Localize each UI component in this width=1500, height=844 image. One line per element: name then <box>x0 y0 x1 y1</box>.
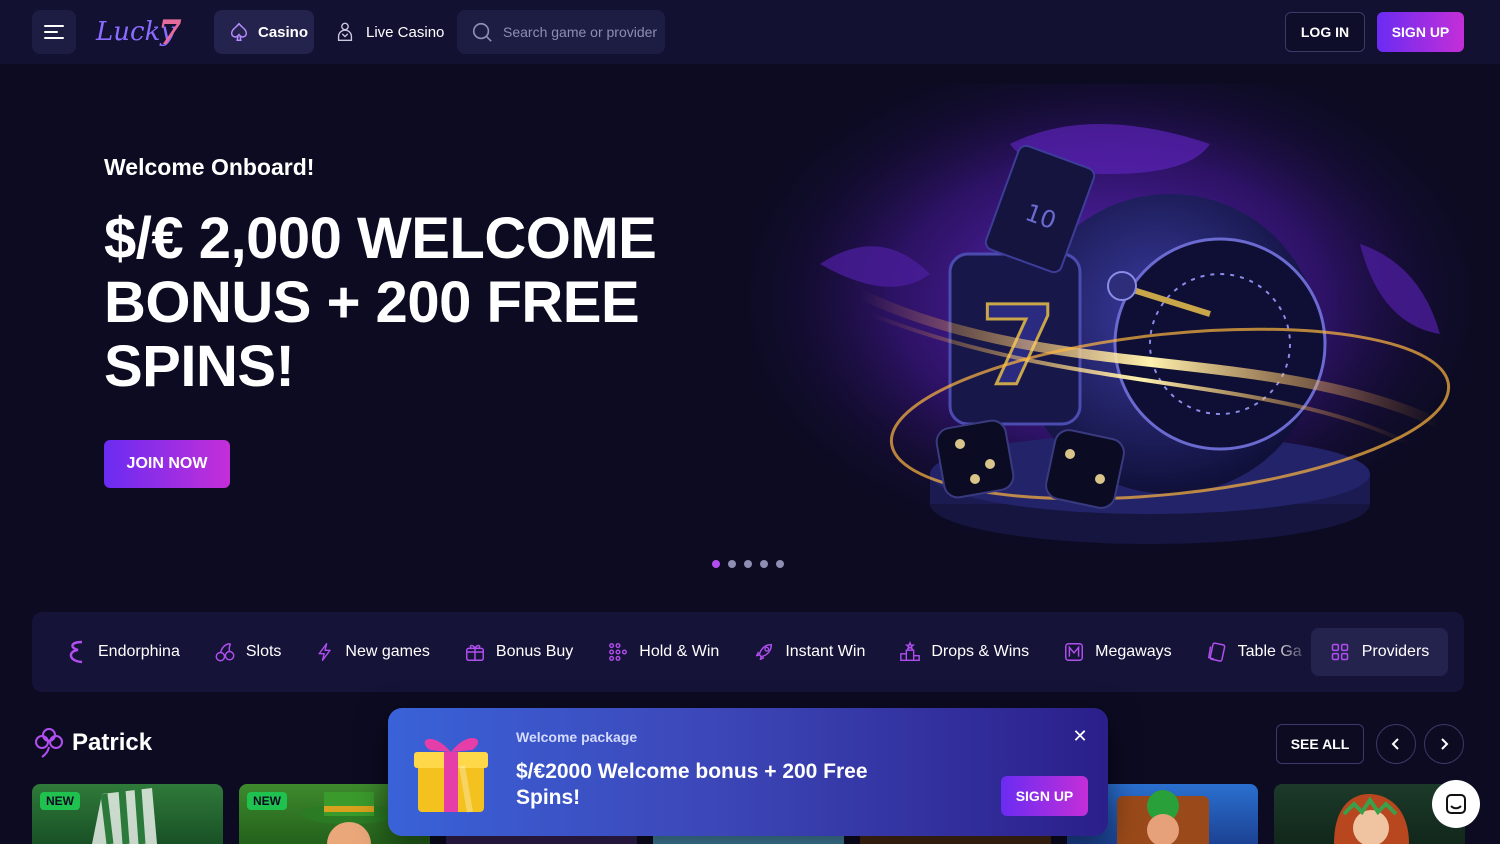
search-icon <box>472 22 492 42</box>
see-all-button[interactable]: SEE ALL <box>1276 724 1364 764</box>
rocket-icon <box>756 643 773 661</box>
category-label: Drops & Wins <box>931 643 1030 660</box>
svg-text:7: 7 <box>158 13 182 52</box>
cards-icon <box>1207 642 1226 662</box>
join-now-button[interactable]: JOIN NOW <box>104 440 230 488</box>
login-button[interactable]: LOG IN <box>1285 12 1365 52</box>
prev-arrow-button[interactable] <box>1376 724 1416 764</box>
carousel-dot[interactable] <box>760 560 768 568</box>
dealer-icon <box>337 22 353 41</box>
hero-banner: Welcome Onboard! $/€ 2,000 WELCOME BONUS… <box>0 64 1500 584</box>
section-title-text: Patrick <box>72 729 153 756</box>
search-input[interactable] <box>503 24 663 40</box>
nav-casino[interactable]: Casino <box>214 10 314 54</box>
category-endorphina[interactable]: Endorphina <box>64 639 180 665</box>
carousel-dot[interactable] <box>712 560 720 568</box>
podium-icon <box>900 641 921 661</box>
category-hold-and-win[interactable]: Hold & Win <box>607 641 719 663</box>
category-label: Slots <box>245 643 282 660</box>
menu-button[interactable] <box>32 10 76 54</box>
close-icon[interactable]: ✕ <box>1070 726 1090 746</box>
gift-box-image <box>414 737 488 813</box>
top-header: Lucky 7 Casino Live Casino LOG IN SIGN U… <box>0 0 1500 64</box>
chevron-right-icon <box>1441 738 1449 750</box>
category-drops-and-wins[interactable]: Drops & Wins <box>899 641 1029 663</box>
clover-icon <box>35 728 63 758</box>
popup-title: $/€2000 Welcome bonus + 200 Free Spins! <box>516 760 868 809</box>
category-label: Megaways <box>1095 643 1172 660</box>
hero-title: $/€ 2,000 WELCOME BONUS + 200 FREE SPINS… <box>104 206 657 399</box>
chat-icon <box>1446 794 1466 814</box>
carousel-dots <box>712 560 784 568</box>
cherries-icon <box>215 643 235 662</box>
nav-live-casino-label: Live Casino <box>366 23 445 41</box>
grid-dots-icon <box>609 643 628 661</box>
slot-machine-artwork: 7 10 <box>750 84 1470 564</box>
lucky7-logo[interactable]: Lucky 7 <box>94 12 190 52</box>
carousel-dot[interactable] <box>728 560 736 568</box>
section-title: Patrick <box>34 727 152 759</box>
category-fade <box>1272 612 1312 692</box>
category-label: New games <box>345 643 430 660</box>
new-badge: NEW <box>247 792 287 810</box>
category-label: Endorphina <box>98 643 180 660</box>
lightning-icon <box>318 643 332 661</box>
carousel-dot[interactable] <box>744 560 752 568</box>
category-bonus-buy[interactable]: Bonus Buy <box>464 641 573 663</box>
chat-button[interactable] <box>1432 780 1480 828</box>
carousel-dot[interactable] <box>776 560 784 568</box>
category-bar: Endorphina Slots New games Bonus Buy Hol… <box>32 612 1464 692</box>
megaways-icon <box>1065 643 1084 661</box>
category-label: Instant Win <box>785 643 866 660</box>
welcome-package-popup: Welcome package $/€2000 Welcome bonus + … <box>388 708 1108 836</box>
category-instant-win[interactable]: Instant Win <box>753 641 865 663</box>
next-arrow-button[interactable] <box>1424 724 1464 764</box>
spade-icon <box>230 22 248 41</box>
category-new-games[interactable]: New games <box>315 641 430 663</box>
hamburger-icon <box>44 25 64 39</box>
nav-casino-label: Casino <box>258 23 309 41</box>
search-box[interactable] <box>457 10 665 54</box>
providers-button[interactable]: Providers <box>1311 628 1448 676</box>
category-label: Bonus Buy <box>495 643 574 660</box>
category-label: Hold & Win <box>639 643 720 660</box>
popup-label: Welcome package <box>516 729 638 745</box>
new-badge: NEW <box>40 792 80 810</box>
popup-signup-button[interactable]: SIGN UP <box>1001 776 1088 816</box>
providers-label: Providers <box>1361 643 1430 660</box>
game-tile[interactable]: NEW <box>32 784 223 844</box>
chevron-left-icon <box>1391 738 1399 750</box>
category-megaways[interactable]: Megaways <box>1063 641 1172 663</box>
gift-icon <box>465 644 484 661</box>
grid-icon <box>1331 643 1348 661</box>
hero-eyebrow: Welcome Onboard! <box>104 154 315 180</box>
nav-live-casino[interactable]: Live Casino <box>334 10 444 54</box>
endorphina-icon <box>69 640 83 664</box>
category-slots[interactable]: Slots <box>214 641 282 663</box>
signup-button[interactable]: SIGN UP <box>1377 12 1464 52</box>
